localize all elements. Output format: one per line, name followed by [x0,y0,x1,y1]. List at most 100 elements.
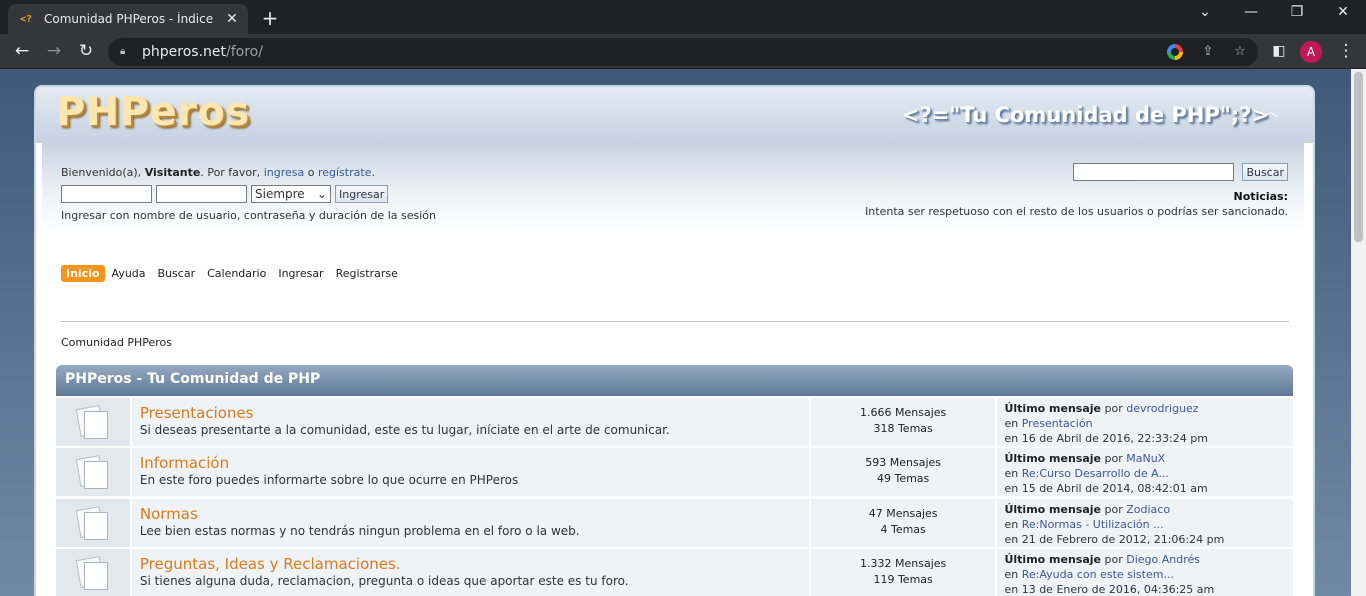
posts-count: 1.332 Mensajes [860,557,947,570]
last-post: Último mensaje por MaNuX en Re:Curso Des… [997,448,1293,496]
browser-tab[interactable]: <? Comunidad PHPeros - Índice ✕ [8,4,248,34]
lock-icon: 🔒︎ [120,46,126,57]
last-post-topic[interactable]: Presentación [1022,417,1093,430]
login-form: Siempre ⌄ Ingresar [61,185,389,203]
document-icon [75,405,110,439]
board-description: Si tienes alguna duda, reclamacion, preg… [139,574,629,588]
board-stats: 593 Mensajes 49 Temas [810,448,996,496]
last-post-topic[interactable]: Re:Curso Desarrollo de A... [1022,467,1169,480]
browser-toolbar: ← → ↻ 🔒︎ phperos.net/foro/ ⇪ ☆ ◧ A ⋮ [0,34,1366,69]
document-icon [75,556,110,590]
posts-count: 593 Mensajes [865,456,941,469]
site-header: PHPeros <?="Tu Comunidad de PHP";?> ︿ [36,87,1313,143]
session-length-select[interactable]: Siempre ⌄ [251,185,331,203]
last-post: Último mensaje por Zodiaco en Re:Normas … [997,499,1293,547]
board-stats: 1.332 Mensajes 119 Temas [810,549,996,596]
back-icon[interactable]: ← [10,40,34,64]
welcome-text: Bienvenido(a), Visitante. Por favor, ing… [61,166,375,179]
breadcrumb[interactable]: Comunidad PHPeros [61,336,172,349]
last-post-author[interactable]: MaNuX [1126,452,1165,465]
close-tab-icon[interactable]: ✕ [224,11,240,27]
menu-item-ayuda[interactable]: Ayuda [107,265,151,282]
topics-count: 119 Temas [873,573,933,586]
board-stats: 1.666 Mensajes 318 Temas [810,398,996,446]
menu-item-buscar[interactable]: Buscar [153,265,201,282]
menu-item-registrarse[interactable]: Registrarse [331,265,403,282]
last-post-author[interactable]: devrodriguez [1126,402,1198,415]
reload-icon[interactable]: ↻ [74,40,98,64]
last-post-topic[interactable]: Re:Ayuda con este sistem... [1022,568,1174,581]
last-post: Último mensaje por devrodriguez en Prese… [997,398,1293,446]
tab-search-icon[interactable]: ⌄ [1193,4,1217,20]
login-link[interactable]: ingresa [264,166,305,179]
tab-title: Comunidad PHPeros - Índice [44,12,214,26]
browser-tab-strip: <? Comunidad PHPeros - Índice ✕ + ⌄ — ❐ … [0,0,1366,34]
board-title[interactable]: Presentaciones [140,404,801,422]
menu-item-ingresar[interactable]: Ingresar [273,265,328,282]
posts-count: 1.666 Mensajes [860,406,947,419]
minimize-icon[interactable]: — [1239,4,1263,20]
collapse-header-icon[interactable]: ︿ [1264,101,1278,121]
category-header[interactable]: PHPeros - Tu Comunidad de PHP [56,365,1293,396]
new-tab-icon[interactable]: + [259,6,281,30]
posts-count: 47 Mensajes [868,507,938,520]
search-input[interactable] [1073,163,1235,181]
last-post-topic[interactable]: Re:Normas - Utilización ... [1022,518,1164,531]
menu-item-inicio[interactable]: Inicio [61,265,105,282]
search-form: Buscar [1073,163,1288,181]
board-info: Preguntas, Ideas y Reclamaciones. Si tie… [131,549,809,596]
profile-avatar[interactable]: A [1300,41,1322,63]
login-button[interactable]: Ingresar [335,185,389,203]
side-panel-icon[interactable]: ◧ [1267,40,1291,64]
last-post-date: en 13 de Enero de 2016, 04:36:25 am [1004,583,1215,596]
google-icon[interactable] [1167,44,1185,62]
last-post-date: en 15 de Abril de 2014, 08:42:01 am [1004,482,1208,495]
close-window-icon[interactable]: ✕ [1331,4,1355,20]
last-post: Último mensaje por Diego Andrés en Re:Ay… [997,549,1293,596]
bookmark-star-icon[interactable]: ☆ [1231,44,1249,62]
board-stats: 47 Mensajes 4 Temas [810,499,996,547]
forward-icon[interactable]: → [42,40,66,64]
chevron-down-icon: ⌄ [316,187,327,201]
last-post-author[interactable]: Zodiaco [1126,503,1170,516]
board-info: Normas Lee bien estas normas y no tendrá… [131,499,809,547]
board-row: Información En este foro puedes informar… [56,448,1293,496]
menu-item-calendario[interactable]: Calendario [202,265,271,282]
site-slogan: <?="Tu Comunidad de PHP";?> [902,103,1270,127]
page-scrollbar[interactable] [1351,69,1366,596]
board-title[interactable]: Preguntas, Ideas y Reclamaciones. [140,555,801,573]
board-row: Presentaciones Si deseas presentarte a l… [56,398,1293,446]
share-icon[interactable]: ⇪ [1199,44,1217,62]
address-bar[interactable]: 🔒︎ phperos.net/foro/ ⇪ ☆ [108,38,1258,66]
document-icon [75,506,110,540]
password-input[interactable] [156,185,247,203]
board-icon [56,499,130,547]
board-description: Si deseas presentarte a la comunidad, es… [139,423,670,437]
board-row: Normas Lee bien estas normas y no tendrá… [56,499,1293,547]
board-title[interactable]: Normas [140,505,801,523]
board-info: Presentaciones Si deseas presentarte a l… [131,398,809,446]
news-text: Intenta ser respetuoso con el resto de l… [865,205,1288,218]
topics-count: 318 Temas [873,422,933,435]
menu-icon[interactable]: ⋮ [1334,40,1358,64]
username-input[interactable] [61,185,152,203]
url-path: /foro/ [226,44,263,60]
board-info: Información En este foro puedes informar… [131,448,809,496]
user-bar: Bienvenido(a), Visitante. Por favor, ing… [42,143,1304,233]
search-button[interactable]: Buscar [1242,163,1288,181]
board-description: En este foro puedes informarte sobre lo … [139,473,519,487]
topics-count: 4 Temas [880,523,926,536]
divider [61,321,1289,322]
board-icon [56,398,130,446]
favicon-icon: <? [20,13,33,25]
forum-frame: PHPeros <?="Tu Comunidad de PHP";?> ︿ Bi… [34,85,1315,596]
site-logo[interactable]: PHPeros [56,89,250,135]
main-menu: Inicio Ayuda Buscar Calendario Ingresar … [61,265,403,282]
login-hint: Ingresar con nombre de usuario, contrase… [61,209,436,222]
board-title[interactable]: Información [140,454,801,472]
last-post-author[interactable]: Diego Andrés [1126,553,1200,566]
board-icon [56,448,130,496]
scrollbar-thumb[interactable] [1354,72,1363,242]
register-link[interactable]: regístrate [318,166,371,179]
restore-icon[interactable]: ❐ [1285,4,1309,20]
